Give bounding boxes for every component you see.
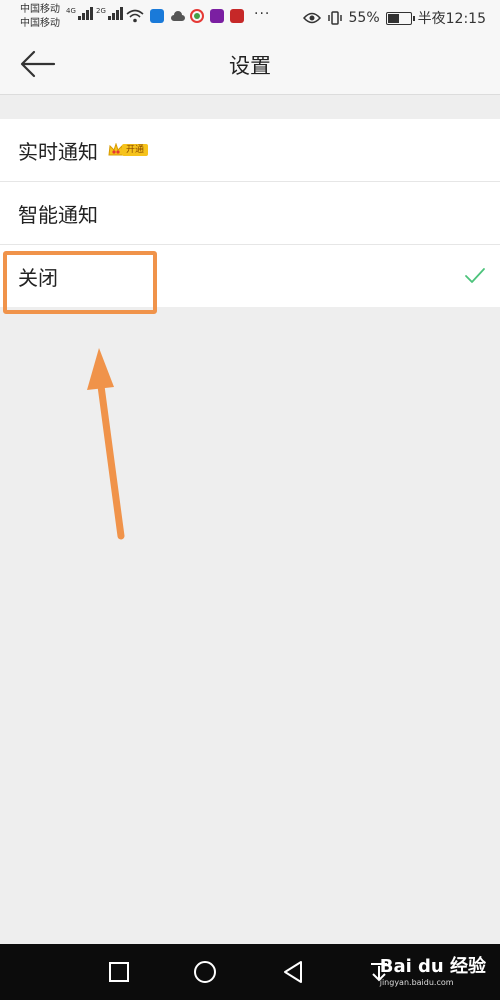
app-header: 设置: [0, 34, 500, 95]
carrier-name-2: 中国移动: [20, 18, 60, 29]
eye-icon: [302, 12, 321, 24]
vibrate-icon: [327, 11, 342, 25]
network-type-2: 2G: [96, 7, 106, 15]
square-icon[interactable]: [104, 957, 134, 987]
status-time: 半夜12:15: [417, 11, 486, 27]
video-app-icon: [210, 9, 224, 23]
option-label: 智能通知: [18, 202, 98, 227]
checkmark-icon: [465, 268, 485, 283]
carrier-info: 中国移动 中国移动: [20, 3, 60, 31]
signal-icon: 2G: [96, 7, 123, 20]
triangle-back-icon[interactable]: [278, 957, 308, 987]
signal-icon: 4G: [66, 7, 93, 20]
wifi-icon: [126, 9, 144, 23]
vip-badge-label: 开通: [122, 144, 149, 156]
battery-percent: 55%: [348, 10, 380, 26]
annotation-highlight-box: [3, 251, 157, 314]
watermark: Bai du 经验 jingyan.baidu.com: [380, 952, 486, 987]
battery-fill: [387, 13, 399, 23]
circle-icon[interactable]: [190, 957, 220, 987]
annotation-arrow-icon: [87, 348, 125, 540]
status-bar: 中国移动 中国移动 4G 2G ··· 55% 半夜12:15: [0, 0, 500, 34]
status-right: 55% 半夜12:15: [302, 8, 486, 28]
system-nav-bar: Bai du 经验 jingyan.baidu.com: [0, 944, 500, 1000]
page-title: 设置: [229, 54, 271, 78]
option-smart-notification[interactable]: 智能通知: [0, 182, 500, 245]
browser-icon: [190, 9, 204, 23]
battery-icon: [385, 11, 415, 25]
carrier-name-1: 中国移动: [20, 4, 60, 15]
vip-badge: 开通: [108, 143, 149, 157]
news-app-icon: [230, 9, 244, 23]
watermark-url: jingyan.baidu.com: [379, 978, 454, 987]
option-label: 实时通知: [18, 139, 98, 164]
overflow-icon: ···: [254, 6, 271, 22]
network-type-1: 4G: [66, 7, 76, 15]
app-notification-icon: [150, 9, 164, 23]
option-realtime-notification[interactable]: 实时通知 开通: [0, 119, 500, 182]
cloud-icon: [171, 11, 185, 21]
watermark-brand: Bai du 经验: [379, 956, 486, 977]
